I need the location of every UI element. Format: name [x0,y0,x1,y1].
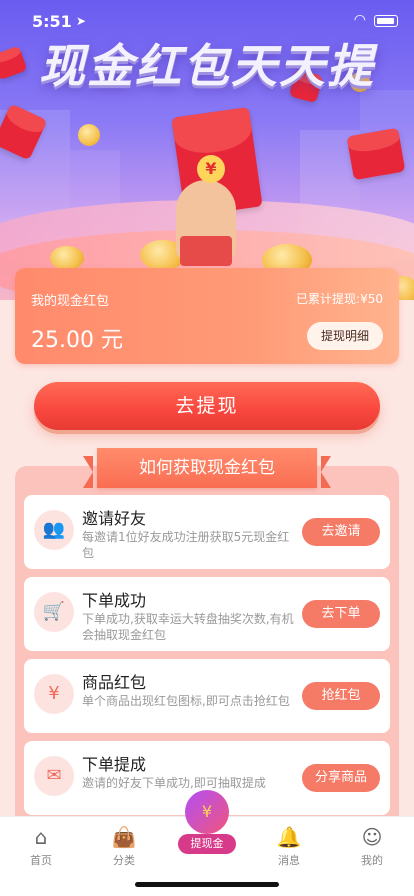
section-title: 如何获取现金红包 [83,448,331,488]
coin-icon [50,246,84,270]
shopping-bag-icon: 👜 [111,825,137,849]
status-bar: 5:51 ➤ ◠ [0,0,414,44]
place-order-button[interactable]: 去下单 [302,600,380,628]
user-icon: ☺ [361,825,383,849]
red-envelope-icon [346,127,406,181]
task-desc: 每邀请1位好友成功注册获取5元现金红包 [82,530,290,560]
invite-button[interactable]: 去邀请 [302,518,380,546]
yuan-coin-icon: ¥ [197,155,225,183]
task-title: 商品红包 [82,673,147,692]
total-withdrawn-label: 已累计提现: [296,292,361,306]
task-title: 下单提成 [82,755,147,774]
withdraw-button[interactable]: 去提现 [34,382,380,430]
tab-messages[interactable]: 🔔 消息 [259,825,319,868]
task-item-order: 🛒 下单成功 下单成功,获取幸运大转盘抽奖次数,有机会抽取现金红包 去下单 [24,577,390,651]
tab-category[interactable]: 👜 分类 [94,825,154,868]
total-withdrawn-value: ¥50 [360,292,383,306]
withdraw-detail-button[interactable]: 提现明细 [307,322,383,350]
bell-icon: 🔔 [276,825,302,849]
share-product-button[interactable]: 分享商品 [302,764,380,792]
coin-icon [78,124,100,146]
red-envelope-icon: ✉ [34,756,74,796]
tab-withdraw-cash[interactable]: ¥ 提现金 [178,790,236,856]
wallet-balance: 25.00 元 [31,328,123,353]
tab-mine[interactable]: ☺ 我的 [342,825,402,868]
status-time: 5:51 [32,12,72,31]
battery-icon [374,15,398,27]
task-desc: 下单成功,获取幸运大转盘抽奖次数,有机会抽取现金红包 [82,612,294,642]
money-bag-icon: ¥ [34,674,74,714]
home-icon: ⌂ [34,825,48,849]
cart-icon: 🛒 [34,592,74,632]
home-indicator [135,882,279,887]
wallet-label: 我的现金红包 [31,294,110,309]
task-desc: 邀请的好友下单成功,即可抽取提成 [82,776,266,790]
tab-label: 消息 [278,854,300,867]
hero-banner: ¥ 现金红包天天提 [0,0,414,300]
invite-users-icon: 👥 [34,510,74,550]
task-desc: 单个商品出现红包图标,即可点击抢红包 [82,694,290,708]
tab-label: 分类 [113,854,135,867]
wallet-card: 我的现金红包 已累计提现:¥50 25.00 元 提现明细 [15,268,399,364]
task-item-product-envelope: ¥ 商品红包 单个商品出现红包图标,即可点击抢红包 抢红包 [24,659,390,733]
tab-label: 提现金 [178,834,236,854]
task-title: 下单成功 [82,591,147,610]
sleeve-illustration [180,236,232,266]
grab-envelope-button[interactable]: 抢红包 [302,682,380,710]
task-item-invite: 👥 邀请好友 每邀请1位好友成功注册获取5元现金红包 去邀请 [24,495,390,569]
task-title: 邀请好友 [82,509,147,528]
location-arrow-icon: ➤ [76,14,87,28]
tab-home[interactable]: ⌂ 首页 [11,825,71,868]
tab-label: 首页 [30,854,52,867]
tab-label: 我的 [361,854,383,867]
wallet-coin-icon: ¥ [185,790,229,834]
total-withdrawn: 已累计提现:¥50 [296,290,383,307]
wifi-icon: ◠ [353,12,366,28]
